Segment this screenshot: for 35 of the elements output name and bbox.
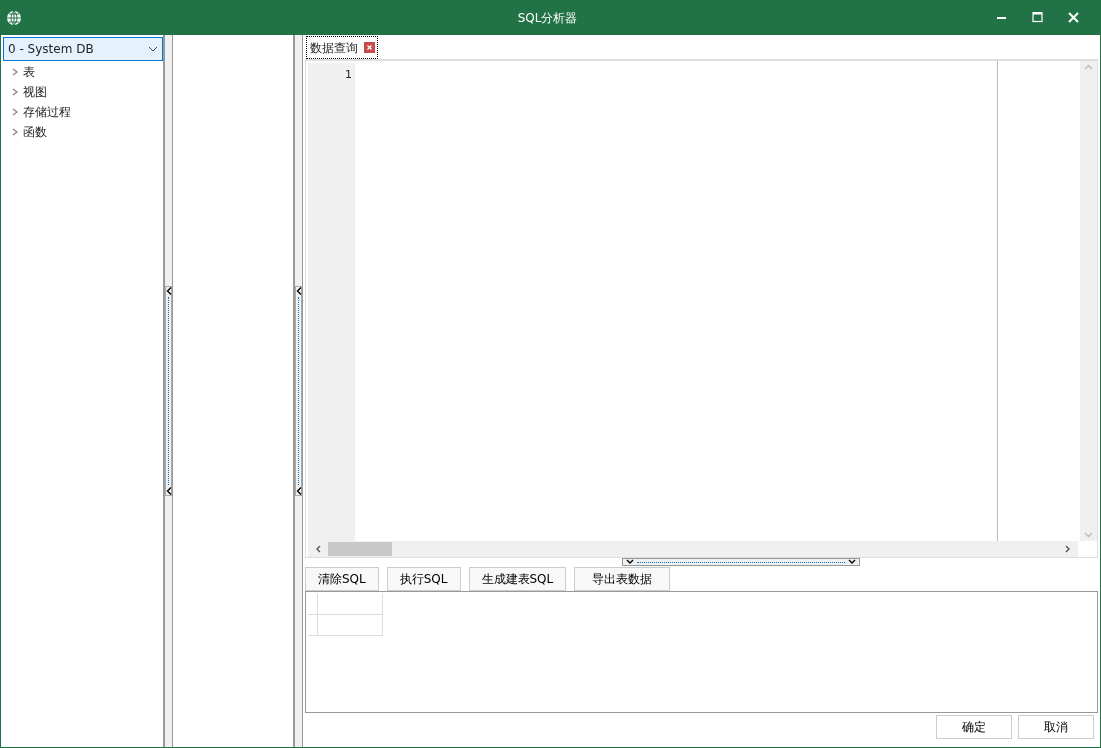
minimize-icon — [996, 16, 1006, 19]
tree-item[interactable]: 视图 — [23, 83, 47, 101]
chevron-down-icon — [625, 559, 634, 565]
scroll-thumb[interactable] — [328, 542, 392, 556]
tree-item[interactable]: 表 — [23, 63, 35, 81]
close-icon[interactable] — [364, 42, 375, 53]
toolbar-button[interactable]: 执行SQL — [386, 567, 461, 591]
horizontal-scrollbar[interactable] — [308, 541, 1078, 557]
maximize-icon — [1031, 12, 1043, 23]
chevron-left-icon — [295, 487, 302, 495]
chevron-left-icon — [165, 487, 172, 495]
chevron-left-icon — [165, 287, 172, 295]
splitter-handle[interactable] — [621, 558, 860, 566]
expander-icon[interactable] — [11, 128, 19, 136]
window-title: SQL分析器 — [516, 9, 579, 27]
expander-icon[interactable] — [11, 68, 19, 76]
dialog-button[interactable]: 取消 — [1018, 715, 1094, 739]
splitter-handle[interactable] — [295, 286, 302, 496]
chevron-left-icon — [295, 287, 302, 295]
tree-item[interactable]: 函数 — [23, 123, 47, 141]
splitter-handle[interactable] — [165, 286, 172, 496]
toolbar-button[interactable]: 导出表数据 — [574, 567, 671, 591]
toolbar-button[interactable]: 清除SQL — [305, 567, 379, 591]
tab[interactable]: 数据查询 — [306, 36, 378, 59]
expander-icon[interactable] — [11, 108, 19, 116]
tree-item[interactable]: 存储过程 — [23, 103, 71, 121]
close-icon — [1067, 12, 1079, 23]
expander-icon[interactable] — [11, 88, 19, 96]
database-select[interactable]: 0 - System DB — [3, 37, 163, 61]
chevron-down-icon — [847, 559, 856, 565]
dialog-button[interactable]: 确定 — [936, 715, 1012, 739]
toolbar-button[interactable]: 生成建表SQL — [468, 567, 567, 591]
globe-icon — [6, 9, 22, 26]
chevron-down-icon — [148, 46, 158, 52]
line-number: 1 — [344, 67, 352, 83]
